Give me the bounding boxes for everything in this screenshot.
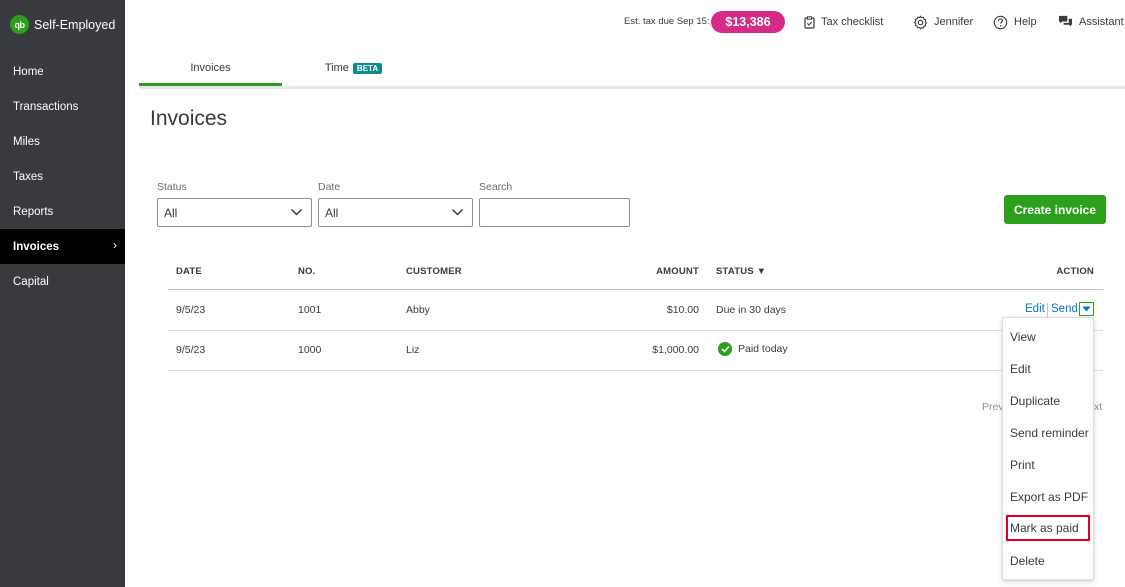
sidebar-item-reports[interactable]: Reports xyxy=(0,194,125,229)
help-link[interactable]: Help xyxy=(993,14,1037,30)
column-header-customer[interactable]: CUSTOMER xyxy=(406,266,462,277)
clipboard-icon xyxy=(804,15,815,29)
cell-invoice-number: 1000 xyxy=(298,344,322,356)
chat-bubbles-icon xyxy=(1058,15,1073,27)
column-header-date[interactable]: DATE xyxy=(176,266,202,277)
sidebar-item-capital[interactable]: Capital xyxy=(0,264,125,299)
chevron-down-icon xyxy=(451,208,464,216)
column-header-status[interactable]: STATUS ▼ xyxy=(716,266,766,277)
date-filter-label: Date xyxy=(318,181,341,193)
beta-badge: BETA xyxy=(352,62,383,74)
search-input[interactable] xyxy=(479,198,630,227)
sidebar-item-label: Capital xyxy=(13,275,49,288)
cell-customer: Liz xyxy=(406,344,420,356)
app-root: qb Self-Employed Home Transactions Miles… xyxy=(0,0,1125,587)
tab-divider xyxy=(139,86,1125,89)
sidebar-item-taxes[interactable]: Taxes xyxy=(0,159,125,194)
column-header-amount[interactable]: AMOUNT xyxy=(656,266,699,277)
menu-item-edit[interactable]: Edit xyxy=(1003,353,1093,385)
action-menu-toggle[interactable] xyxy=(1079,302,1094,316)
sidebar-item-label: Transactions xyxy=(13,100,79,113)
table-header-divider xyxy=(168,289,1103,290)
user-name: Jennifer xyxy=(934,16,974,28)
column-header-no[interactable]: NO. xyxy=(298,266,316,277)
est-tax-amount-badge[interactable]: $13,386 xyxy=(711,11,785,33)
status-filter-value: All xyxy=(164,205,178,220)
caret-down-icon xyxy=(1082,306,1091,312)
menu-item-delete[interactable]: Delete xyxy=(1003,545,1093,577)
chevron-right-icon: › xyxy=(113,238,117,252)
assistant-link[interactable]: Assistant xyxy=(1058,14,1124,30)
menu-item-export-pdf[interactable]: Export as PDF xyxy=(1003,481,1093,513)
tab-invoices[interactable]: Invoices xyxy=(139,52,282,84)
create-invoice-button[interactable]: Create invoice xyxy=(1004,195,1106,224)
search-label: Search xyxy=(479,181,513,193)
menu-item-mark-as-paid[interactable]: Mark as paid xyxy=(1005,514,1091,542)
menu-item-send-reminder[interactable]: Send reminder xyxy=(1003,417,1093,449)
est-tax-label: Est. tax due Sep 15: xyxy=(624,16,710,27)
cell-status: Due in 30 days xyxy=(716,304,787,316)
cell-status: Paid today xyxy=(718,342,788,356)
menu-item-print[interactable]: Print xyxy=(1003,449,1093,481)
chevron-down-icon xyxy=(290,208,303,216)
active-tab-indicator xyxy=(139,83,282,86)
send-link[interactable]: Send xyxy=(1051,303,1078,315)
action-menu: View Edit Duplicate Send reminder Print … xyxy=(1002,317,1094,580)
help-icon xyxy=(993,15,1008,29)
help-label: Help xyxy=(1014,16,1037,28)
menu-item-view[interactable]: View xyxy=(1003,321,1093,353)
cell-amount: $1,000.00 xyxy=(652,344,699,356)
cell-date: 9/5/23 xyxy=(176,344,206,356)
sidebar-item-label: Miles xyxy=(13,135,40,148)
edit-link[interactable]: Edit xyxy=(1025,303,1045,315)
tab-label: Invoices xyxy=(190,62,231,74)
cell-customer: Abby xyxy=(406,304,430,316)
sidebar-item-label: Home xyxy=(13,65,44,78)
row-divider xyxy=(168,330,1103,331)
sidebar-item-home[interactable]: Home xyxy=(0,54,125,89)
sidebar-item-label: Taxes xyxy=(13,170,44,183)
brand[interactable]: qb Self-Employed xyxy=(10,15,115,34)
sidebar: qb Self-Employed Home Transactions Miles… xyxy=(0,0,125,587)
brand-name: Self-Employed xyxy=(34,17,116,32)
tax-checklist-link[interactable]: Tax checklist xyxy=(804,14,883,30)
sidebar-item-transactions[interactable]: Transactions xyxy=(0,89,125,124)
cell-amount: $10.00 xyxy=(666,304,699,316)
pager-prev[interactable]: Prev xyxy=(982,401,1004,413)
status-text: Paid today xyxy=(738,343,788,355)
assistant-label: Assistant xyxy=(1079,16,1124,28)
sidebar-item-label: Invoices xyxy=(13,240,60,253)
sidebar-item-miles[interactable]: Miles xyxy=(0,124,125,159)
check-circle-icon xyxy=(718,342,732,356)
user-settings-link[interactable]: Jennifer xyxy=(913,14,973,30)
date-filter-select[interactable]: All xyxy=(318,198,473,227)
tab-time[interactable]: Time BETA xyxy=(282,52,425,84)
column-header-action: ACTION xyxy=(1056,266,1094,277)
sidebar-item-invoices[interactable]: Invoices › xyxy=(0,229,125,264)
date-filter-value: All xyxy=(325,205,339,220)
sidebar-item-label: Reports xyxy=(13,205,54,218)
row-divider xyxy=(168,370,1103,371)
status-filter-select[interactable]: All xyxy=(157,198,312,227)
cell-date: 9/5/23 xyxy=(176,304,206,316)
tax-checklist-label: Tax checklist xyxy=(821,16,884,28)
menu-item-duplicate[interactable]: Duplicate xyxy=(1003,385,1093,417)
gear-icon xyxy=(913,15,928,29)
pager-next[interactable]: xt xyxy=(1094,401,1102,413)
page-title: Invoices xyxy=(150,107,228,130)
tab-label: Time xyxy=(324,62,349,74)
status-filter-label: Status xyxy=(157,181,187,193)
cell-invoice-number: 1001 xyxy=(298,304,322,316)
quickbooks-logo-icon: qb xyxy=(10,15,29,34)
action-separator xyxy=(1047,303,1048,317)
